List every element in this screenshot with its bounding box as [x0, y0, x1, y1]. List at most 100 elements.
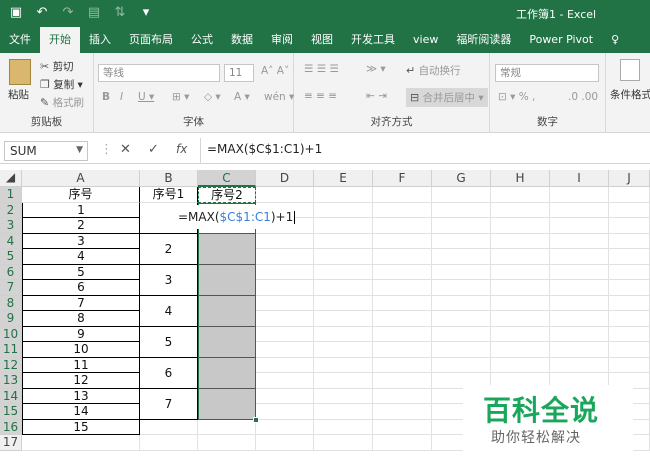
cell[interactable]: [373, 404, 432, 420]
cell[interactable]: [550, 280, 609, 296]
row-header-9[interactable]: 9: [0, 311, 22, 327]
cell-a12[interactable]: 11: [22, 357, 140, 373]
cell-a5[interactable]: 4: [22, 249, 140, 265]
cell[interactable]: [550, 218, 609, 234]
cell-b-merged[interactable]: 2: [140, 233, 198, 265]
cell[interactable]: [314, 202, 373, 218]
cell[interactable]: [256, 419, 314, 435]
cell[interactable]: [373, 311, 432, 327]
cell[interactable]: [432, 202, 491, 218]
row-header-14[interactable]: 14: [0, 388, 22, 404]
cell[interactable]: [550, 264, 609, 280]
cell[interactable]: [256, 280, 314, 296]
cell[interactable]: [314, 218, 373, 234]
column-header-C[interactable]: C: [198, 170, 256, 187]
cell[interactable]: [314, 233, 373, 249]
cell[interactable]: [256, 187, 314, 203]
column-header-E[interactable]: E: [314, 170, 373, 187]
row-header-7[interactable]: 7: [0, 280, 22, 296]
cancel-icon[interactable]: ✕: [120, 142, 131, 157]
redo-icon[interactable]: ↷: [60, 5, 76, 20]
cell-c-selected[interactable]: [198, 388, 256, 420]
header-cell-a1[interactable]: 序号: [22, 187, 140, 203]
decimal-icons[interactable]: .0 .00: [568, 91, 598, 103]
cell[interactable]: [314, 311, 373, 327]
column-header-F[interactable]: F: [373, 170, 432, 187]
header-cell-c1[interactable]: 序号2: [198, 187, 256, 203]
print-preview-icon[interactable]: ▤: [86, 5, 102, 20]
cell[interactable]: [432, 187, 491, 203]
cell-a14[interactable]: 13: [22, 388, 140, 404]
cell[interactable]: [609, 264, 650, 280]
cell-c-selected[interactable]: [198, 326, 256, 358]
cell[interactable]: [314, 404, 373, 420]
cell-c-selected[interactable]: [198, 357, 256, 389]
cell[interactable]: [550, 326, 609, 342]
cell[interactable]: [432, 218, 491, 234]
name-box-dropdown-icon[interactable]: ▼: [76, 145, 83, 155]
cell[interactable]: [256, 435, 314, 451]
formula-input[interactable]: =MAX($C$1:C1)+1: [200, 138, 328, 164]
cell[interactable]: [256, 249, 314, 265]
cell[interactable]: [609, 233, 650, 249]
cell-a11[interactable]: 10: [22, 342, 140, 358]
cell[interactable]: [256, 311, 314, 327]
cell[interactable]: [609, 311, 650, 327]
name-box[interactable]: SUM ▼: [4, 141, 88, 161]
select-all-corner[interactable]: ◢: [0, 170, 22, 187]
row-header-2[interactable]: 2: [0, 202, 22, 218]
cell[interactable]: [198, 419, 256, 435]
vertical-align-icons[interactable]: ☰ ☰ ☰: [304, 63, 339, 75]
tab-0[interactable]: 文件: [0, 27, 40, 53]
cell[interactable]: [373, 295, 432, 311]
row-header-10[interactable]: 10: [0, 326, 22, 342]
wrap-text-button[interactable]: ↵ 自动换行: [406, 63, 461, 78]
cell[interactable]: [550, 357, 609, 373]
cell[interactable]: [256, 342, 314, 358]
tab-6[interactable]: 审阅: [262, 27, 302, 53]
cell-a9[interactable]: 8: [22, 311, 140, 327]
tab-4[interactable]: 公式: [182, 27, 222, 53]
cut-button[interactable]: ✂ 剪切: [40, 59, 74, 74]
cell[interactable]: [314, 419, 373, 435]
font-color-icon[interactable]: A ▾: [234, 91, 250, 103]
cell[interactable]: [373, 218, 432, 234]
row-header-15[interactable]: 15: [0, 404, 22, 420]
cell[interactable]: [373, 373, 432, 389]
enter-icon[interactable]: ✓: [148, 142, 159, 157]
cell[interactable]: [256, 233, 314, 249]
cell[interactable]: [491, 233, 550, 249]
row-header-8[interactable]: 8: [0, 295, 22, 311]
font-grow-shrink-icon[interactable]: A˄ A˅: [261, 65, 289, 77]
orientation-icon[interactable]: ≫ ▾: [366, 63, 386, 75]
paste-icon[interactable]: [9, 59, 31, 85]
cell[interactable]: [432, 264, 491, 280]
tell-me-icon[interactable]: ♀: [602, 27, 628, 53]
number-format-icons[interactable]: ⊡ ▾ % ,: [498, 91, 535, 103]
cell[interactable]: [432, 311, 491, 327]
indent-icons[interactable]: ⇤ ⇥: [366, 90, 387, 102]
cell-b-merged[interactable]: 4: [140, 295, 198, 327]
cell[interactable]: [491, 187, 550, 203]
cell[interactable]: [314, 326, 373, 342]
tab-5[interactable]: 数据: [222, 27, 262, 53]
cell-a16[interactable]: 15: [22, 419, 140, 435]
conditional-format-button[interactable]: 条件格式: [610, 87, 650, 102]
cell[interactable]: [314, 249, 373, 265]
cell[interactable]: [314, 264, 373, 280]
phonetic-icon[interactable]: wén ▾: [264, 91, 294, 103]
save-icon[interactable]: ▣: [8, 5, 24, 20]
cell-b-merged[interactable]: 6: [140, 357, 198, 389]
header-cell-b1[interactable]: 序号1: [140, 187, 198, 203]
cell[interactable]: [373, 280, 432, 296]
fill-color-icon[interactable]: ◇ ▾: [204, 91, 221, 103]
cell[interactable]: [256, 373, 314, 389]
cell-c-selected[interactable]: [198, 264, 256, 296]
in-cell-editor[interactable]: =MAX($C$1:C1)+1: [178, 204, 296, 229]
cell[interactable]: [491, 202, 550, 218]
border-icon[interactable]: ⊞ ▾: [172, 91, 189, 103]
merge-center-button[interactable]: ⊟ 合并后居中 ▾: [406, 88, 488, 107]
cell[interactable]: [550, 311, 609, 327]
number-format-select[interactable]: 常规: [495, 64, 599, 82]
cell[interactable]: [550, 233, 609, 249]
